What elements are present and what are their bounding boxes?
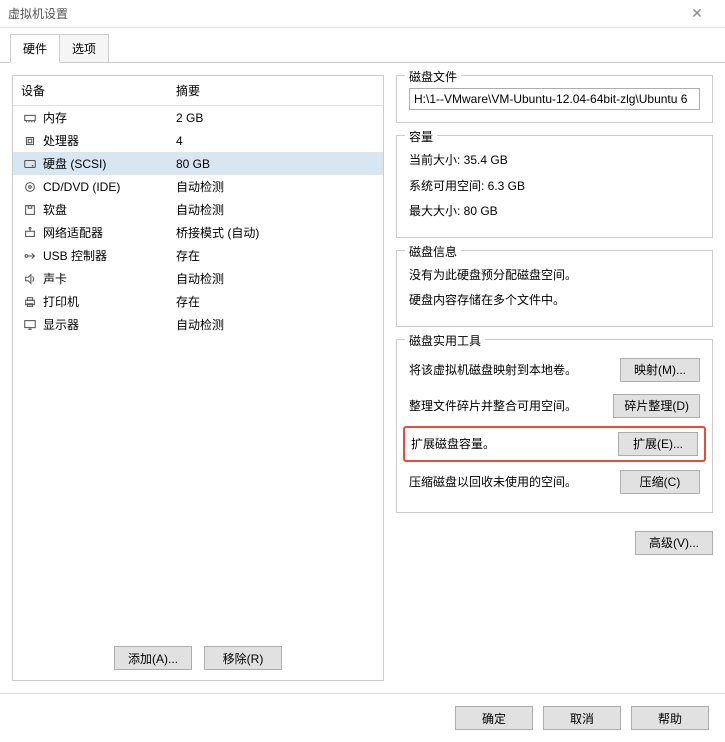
device-name: CD/DVD (IDE) [43,180,176,194]
device-name: 处理器 [43,132,176,149]
disk-file-group: 磁盘文件 [396,75,713,123]
disk-file-legend: 磁盘文件 [405,68,461,85]
capacity-legend: 容量 [405,128,437,145]
capacity-group: 容量 当前大小: 35.4 GB 系统可用空间: 6.3 GB 最大大小: 80… [396,135,713,238]
device-table-header: 设备 摘要 [13,76,383,106]
display-icon [21,318,39,332]
device-name: 硬盘 (SCSI) [43,155,176,172]
disk-tools-legend: 磁盘实用工具 [405,332,485,349]
device-name: 软盘 [43,201,176,218]
advanced-button[interactable]: 高级(V)... [635,531,713,555]
device-summary: 自动检测 [176,201,375,218]
expand-desc: 扩展磁盘容量。 [411,435,610,452]
device-summary: 存在 [176,247,375,264]
device-row-cpu[interactable]: 处理器4 [13,129,383,152]
ok-button[interactable]: 确定 [455,706,533,730]
tab-hardware[interactable]: 硬件 [10,34,60,63]
add-button[interactable]: 添加(A)... [114,646,192,670]
map-button[interactable]: 映射(M)... [620,358,700,382]
device-name: 显示器 [43,316,176,333]
device-row-cd[interactable]: CD/DVD (IDE)自动检测 [13,175,383,198]
floppy-icon [21,203,39,217]
device-row-network[interactable]: 网络适配器桥接模式 (自动) [13,221,383,244]
device-list: 内存2 GB处理器4硬盘 (SCSI)80 GBCD/DVD (IDE)自动检测… [13,106,383,636]
disk-icon [21,157,39,171]
header-summary: 摘要 [176,82,375,99]
dialog-footer: 确定 取消 帮助 [0,693,725,742]
device-summary: 自动检测 [176,270,375,287]
device-panel: 设备 摘要 内存2 GB处理器4硬盘 (SCSI)80 GBCD/DVD (ID… [12,75,384,681]
sound-icon [21,272,39,286]
compact-desc: 压缩磁盘以回收未使用的空间。 [409,473,612,490]
disk-tools-group: 磁盘实用工具 将该虚拟机磁盘映射到本地卷。 映射(M)... 整理文件碎片并整合… [396,339,713,513]
compact-button[interactable]: 压缩(C) [620,470,700,494]
printer-icon [21,295,39,309]
tab-strip: 硬件 选项 [0,28,725,63]
device-row-display[interactable]: 显示器自动检测 [13,313,383,336]
remove-button[interactable]: 移除(R) [204,646,282,670]
capacity-free: 系统可用空间: 6.3 GB [409,174,700,200]
header-device: 设备 [21,82,176,99]
disk-info-group: 磁盘信息 没有为此硬盘预分配磁盘空间。 硬盘内容存储在多个文件中。 [396,250,713,327]
disk-file-input[interactable] [409,88,700,110]
device-summary: 2 GB [176,111,375,125]
defrag-button[interactable]: 碎片整理(D) [613,394,700,418]
device-name: 声卡 [43,270,176,287]
cpu-icon [21,134,39,148]
device-row-floppy[interactable]: 软盘自动检测 [13,198,383,221]
titlebar: 虚拟机设置 ✕ [0,0,725,28]
memory-icon [21,111,39,125]
device-row-sound[interactable]: 声卡自动检测 [13,267,383,290]
usb-icon [21,249,39,263]
cd-icon [21,180,39,194]
tab-options[interactable]: 选项 [59,34,109,62]
device-name: USB 控制器 [43,247,176,264]
device-name: 打印机 [43,293,176,310]
network-icon [21,226,39,240]
device-summary: 自动检测 [176,316,375,333]
device-summary: 存在 [176,293,375,310]
window-title: 虚拟机设置 [8,5,68,22]
device-summary: 桥接模式 (自动) [176,224,375,241]
defrag-desc: 整理文件碎片并整合可用空间。 [409,397,605,414]
disk-info-legend: 磁盘信息 [405,243,461,260]
disk-info-line2: 硬盘内容存储在多个文件中。 [409,288,700,314]
device-summary: 80 GB [176,157,375,171]
expand-button[interactable]: 扩展(E)... [618,432,698,456]
device-row-memory[interactable]: 内存2 GB [13,106,383,129]
device-row-disk[interactable]: 硬盘 (SCSI)80 GB [13,152,383,175]
help-button[interactable]: 帮助 [631,706,709,730]
cancel-button[interactable]: 取消 [543,706,621,730]
capacity-current: 当前大小: 35.4 GB [409,148,700,174]
disk-info-line1: 没有为此硬盘预分配磁盘空间。 [409,263,700,289]
device-row-printer[interactable]: 打印机存在 [13,290,383,313]
device-summary: 自动检测 [176,178,375,195]
device-summary: 4 [176,134,375,148]
map-desc: 将该虚拟机磁盘映射到本地卷。 [409,361,612,378]
device-name: 网络适配器 [43,224,176,241]
device-name: 内存 [43,109,176,126]
capacity-max: 最大大小: 80 GB [409,199,700,225]
device-row-usb[interactable]: USB 控制器存在 [13,244,383,267]
close-button[interactable]: ✕ [677,0,717,28]
